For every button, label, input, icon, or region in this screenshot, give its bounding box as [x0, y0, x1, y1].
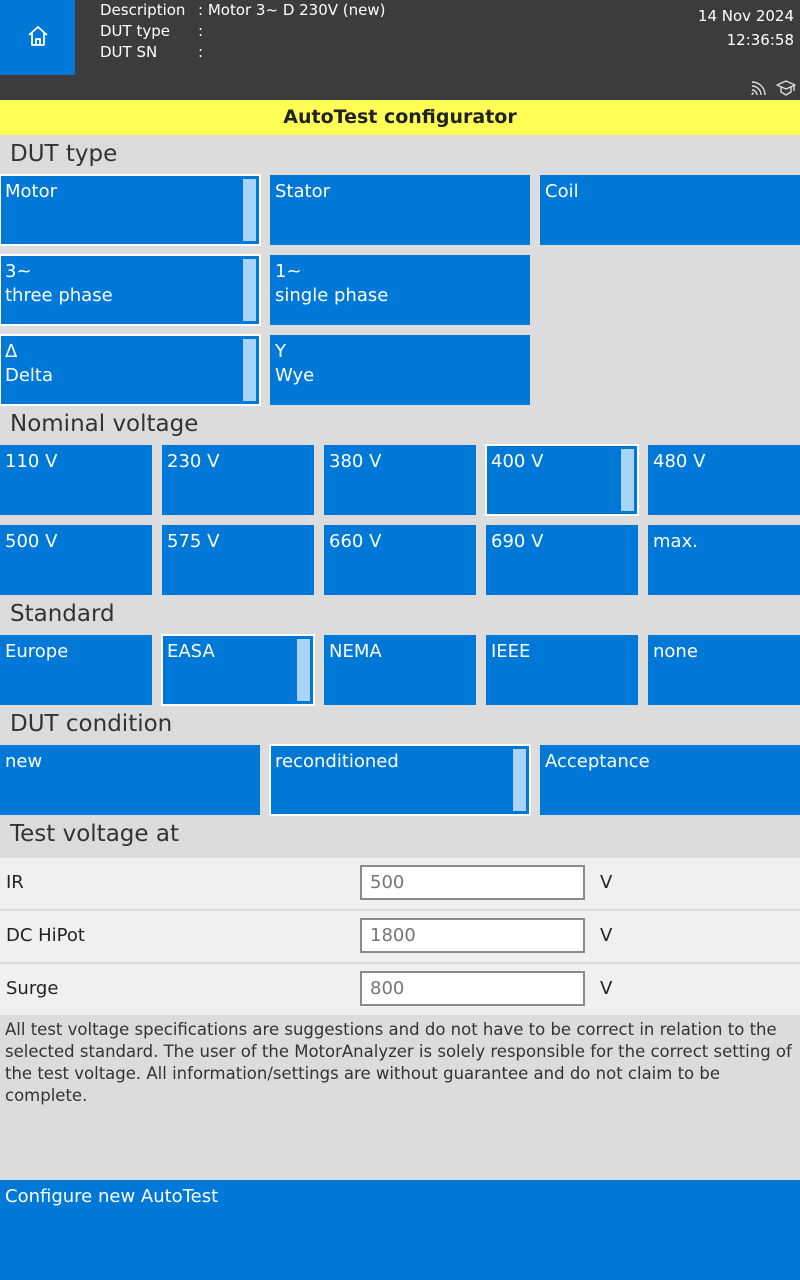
voltage-230-button[interactable]: 230 V	[162, 445, 314, 515]
unit-label: V	[600, 925, 613, 946]
section-dut-type: DUT type	[10, 141, 118, 167]
wireless-icon	[750, 80, 768, 100]
three-phase-symbol: 3~	[5, 261, 32, 282]
selected-indicator	[513, 749, 526, 811]
test-voltage-row-hipot: DC HiPot V	[0, 911, 800, 962]
date-text: 14 Nov 2024	[697, 7, 794, 25]
description-value: : Motor 3~ D 230V (new)	[198, 1, 386, 19]
standard-label: none	[653, 641, 698, 662]
ir-label: IR	[6, 872, 24, 893]
voltage-label: 230 V	[167, 451, 220, 472]
condition-acceptance-button[interactable]: Acceptance	[540, 745, 800, 815]
selected-indicator	[243, 179, 256, 241]
home-icon	[26, 24, 50, 52]
voltage-label: max.	[653, 531, 698, 552]
delta-label: Delta	[5, 365, 54, 386]
voltage-480-button[interactable]: 480 V	[648, 445, 800, 515]
standard-label: NEMA	[329, 641, 382, 662]
hipot-label: DC HiPot	[6, 925, 85, 946]
configure-new-autotest-button[interactable]: Configure new AutoTest	[0, 1180, 800, 1280]
selected-indicator	[621, 449, 634, 511]
ir-voltage-input[interactable]	[360, 865, 585, 900]
selected-indicator	[243, 259, 256, 321]
three-phase-button[interactable]: 3~ three phase	[0, 254, 261, 326]
unit-label: V	[600, 978, 613, 999]
test-voltage-row-ir: IR V	[0, 858, 800, 909]
unit-label: V	[600, 872, 613, 893]
top-header: Description : Motor 3~ D 230V (new) DUT t…	[0, 0, 800, 100]
condition-reconditioned-button[interactable]: reconditioned	[269, 744, 531, 816]
voltage-max-button[interactable]: max.	[648, 525, 800, 595]
voltage-690-button[interactable]: 690 V	[486, 525, 638, 595]
section-test-voltage: Test voltage at	[10, 821, 179, 847]
status-icons	[750, 80, 796, 100]
voltage-110-button[interactable]: 110 V	[0, 445, 152, 515]
stator-label: Stator	[275, 181, 330, 202]
voltage-label: 110 V	[5, 451, 58, 472]
standard-label: Europe	[5, 641, 69, 662]
condition-label: reconditioned	[275, 751, 399, 772]
wye-button[interactable]: Y Wye	[270, 335, 530, 405]
disclaimer-text: All test voltage specifications are sugg…	[5, 1020, 792, 1105]
standard-europe-button[interactable]: Europe	[0, 635, 152, 705]
condition-label: new	[5, 751, 43, 772]
voltage-label: 500 V	[5, 531, 58, 552]
section-nominal-voltage: Nominal voltage	[10, 411, 199, 437]
surge-voltage-input[interactable]	[360, 971, 585, 1006]
dut-type-value: :	[198, 22, 204, 40]
section-dut-condition: DUT condition	[10, 711, 173, 737]
stator-button[interactable]: Stator	[270, 175, 530, 245]
condition-new-button[interactable]: new	[0, 745, 260, 815]
condition-label: Acceptance	[545, 751, 650, 772]
voltage-400-button[interactable]: 400 V	[485, 444, 639, 516]
coil-button[interactable]: Coil	[540, 175, 800, 245]
wye-symbol: Y	[275, 341, 286, 362]
single-phase-symbol: 1~	[275, 261, 302, 282]
standard-label: EASA	[167, 641, 215, 662]
voltage-500-button[interactable]: 500 V	[0, 525, 152, 595]
page-title: AutoTest configurator	[0, 100, 800, 135]
datetime: 14 Nov 2024 12:36:58	[698, 4, 794, 52]
motor-button[interactable]: Motor	[0, 174, 261, 246]
description-key: Description	[100, 1, 186, 19]
hipot-voltage-input[interactable]	[360, 918, 585, 953]
voltage-label: 575 V	[167, 531, 220, 552]
standard-ieee-button[interactable]: IEEE	[486, 635, 638, 705]
coil-label: Coil	[545, 181, 579, 202]
standard-none-button[interactable]: none	[648, 635, 800, 705]
dut-info: Description : Motor 3~ D 230V (new) DUT t…	[100, 0, 386, 63]
voltage-label: 400 V	[491, 451, 544, 472]
single-phase-button[interactable]: 1~ single phase	[270, 255, 530, 325]
delta-button[interactable]: Δ Delta	[0, 334, 261, 406]
graduation-cap-icon	[776, 80, 796, 100]
selected-indicator	[297, 639, 310, 701]
voltage-label: 690 V	[491, 531, 544, 552]
standard-easa-button[interactable]: EASA	[161, 634, 315, 706]
wye-label: Wye	[275, 365, 315, 386]
voltage-label: 380 V	[329, 451, 382, 472]
home-button[interactable]	[0, 0, 75, 75]
voltage-380-button[interactable]: 380 V	[324, 445, 476, 515]
dut-type-key: DUT type	[100, 22, 170, 40]
configure-new-autotest-label: Configure new AutoTest	[5, 1186, 219, 1207]
motor-label: Motor	[5, 181, 58, 202]
time-text: 12:36:58	[726, 31, 794, 49]
delta-symbol: Δ	[5, 341, 18, 362]
test-voltage-row-surge: Surge V	[0, 964, 800, 1015]
three-phase-label: three phase	[5, 285, 113, 306]
standard-label: IEEE	[491, 641, 531, 662]
dut-sn-value: :	[198, 43, 204, 61]
surge-label: Surge	[6, 978, 59, 999]
single-phase-label: single phase	[275, 285, 389, 306]
dut-sn-key: DUT SN	[100, 43, 158, 61]
voltage-label: 660 V	[329, 531, 382, 552]
section-standard: Standard	[10, 601, 115, 627]
voltage-660-button[interactable]: 660 V	[324, 525, 476, 595]
voltage-575-button[interactable]: 575 V	[162, 525, 314, 595]
standard-nema-button[interactable]: NEMA	[324, 635, 476, 705]
voltage-label: 480 V	[653, 451, 706, 472]
selected-indicator	[243, 339, 256, 401]
